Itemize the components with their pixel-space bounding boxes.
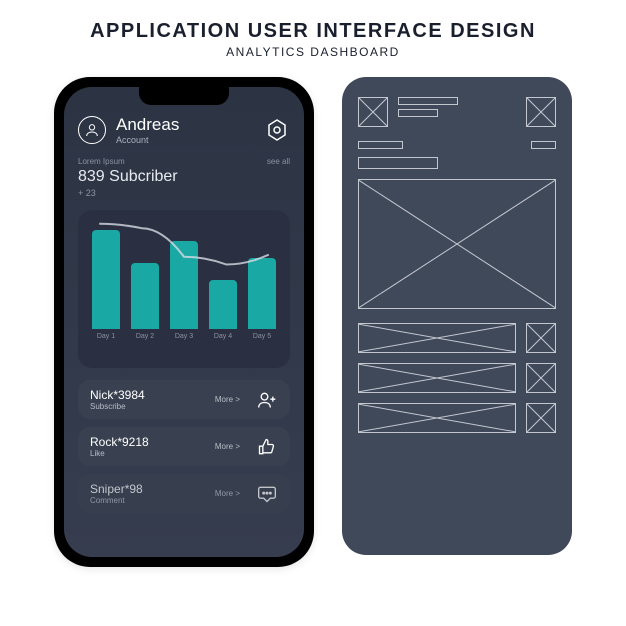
analytics-chart: Day 1 Day 2 Day 3 Day 4 Day 5 [78, 210, 290, 368]
wire-chart [358, 179, 556, 309]
user-icon [84, 122, 100, 138]
more-link[interactable]: More > [215, 395, 240, 404]
wire-avatar [358, 97, 388, 127]
wire-line [358, 141, 403, 149]
chart-bar: Day 2 [131, 263, 159, 340]
user-plus-icon [256, 389, 278, 411]
activity-action: Like [90, 449, 205, 458]
activity-item[interactable]: Sniper*98 Comment More > [78, 474, 290, 513]
chart-bar: Day 3 [170, 241, 198, 340]
chart-bar-label: Day 3 [175, 333, 193, 340]
stats-lorem: Lorem Ipsum [78, 157, 125, 166]
activity-action: Subscribe [90, 402, 205, 411]
subscriber-delta: + 23 [78, 188, 290, 198]
wire-line [531, 141, 556, 149]
activity-user: Rock*9218 [90, 435, 205, 449]
activity-list: Nick*3984 Subscribe More > Rock*9218 Lik… [78, 380, 290, 513]
activity-user: Nick*3984 [90, 388, 205, 402]
chart-bar-label: Day 5 [253, 333, 271, 340]
subscriber-count: 839 Subcriber [78, 168, 290, 186]
avatar[interactable] [78, 116, 106, 144]
gear-icon [265, 118, 289, 142]
thumbs-up-icon [256, 436, 278, 458]
chart-bar: Day 1 [92, 230, 120, 340]
activity-user: Sniper*98 [90, 482, 205, 496]
activity-action: Comment [90, 496, 205, 505]
wireframe-screen [342, 77, 572, 555]
phone-frame: Andreas Account Lorem Ipsum see all 839 … [54, 77, 314, 567]
page-title: APPLICATION USER INTERFACE DESIGN [90, 20, 536, 43]
wire-list-item [358, 363, 516, 393]
wire-line [358, 157, 438, 169]
phone-notch [139, 87, 229, 105]
app-screen: Andreas Account Lorem Ipsum see all 839 … [64, 87, 304, 557]
page-subtitle: ANALYTICS DASHBOARD [90, 45, 536, 59]
settings-button[interactable] [264, 117, 290, 143]
user-name: Andreas [116, 115, 254, 135]
wire-line [398, 97, 458, 105]
wire-icon [526, 323, 556, 353]
activity-item[interactable]: Rock*9218 Like More > [78, 427, 290, 466]
wire-list-item [358, 403, 516, 433]
wire-settings [526, 97, 556, 127]
more-link[interactable]: More > [215, 489, 240, 498]
wire-list-item [358, 323, 516, 353]
stats-card: Lorem Ipsum see all 839 Subcriber + 23 [78, 157, 290, 198]
chart-bar-label: Day 2 [136, 333, 154, 340]
comment-icon [256, 483, 278, 505]
more-link[interactable]: More > [215, 442, 240, 451]
chart-bar-label: Day 1 [97, 333, 115, 340]
chart-bar: Day 5 [248, 258, 276, 341]
activity-item[interactable]: Nick*3984 Subscribe More > [78, 380, 290, 419]
wire-line [398, 109, 438, 117]
see-all-link[interactable]: see all [267, 157, 290, 166]
chart-bar: Day 4 [209, 280, 237, 341]
chart-bar-label: Day 4 [214, 333, 232, 340]
account-label: Account [116, 135, 254, 145]
wire-icon [526, 403, 556, 433]
wire-icon [526, 363, 556, 393]
